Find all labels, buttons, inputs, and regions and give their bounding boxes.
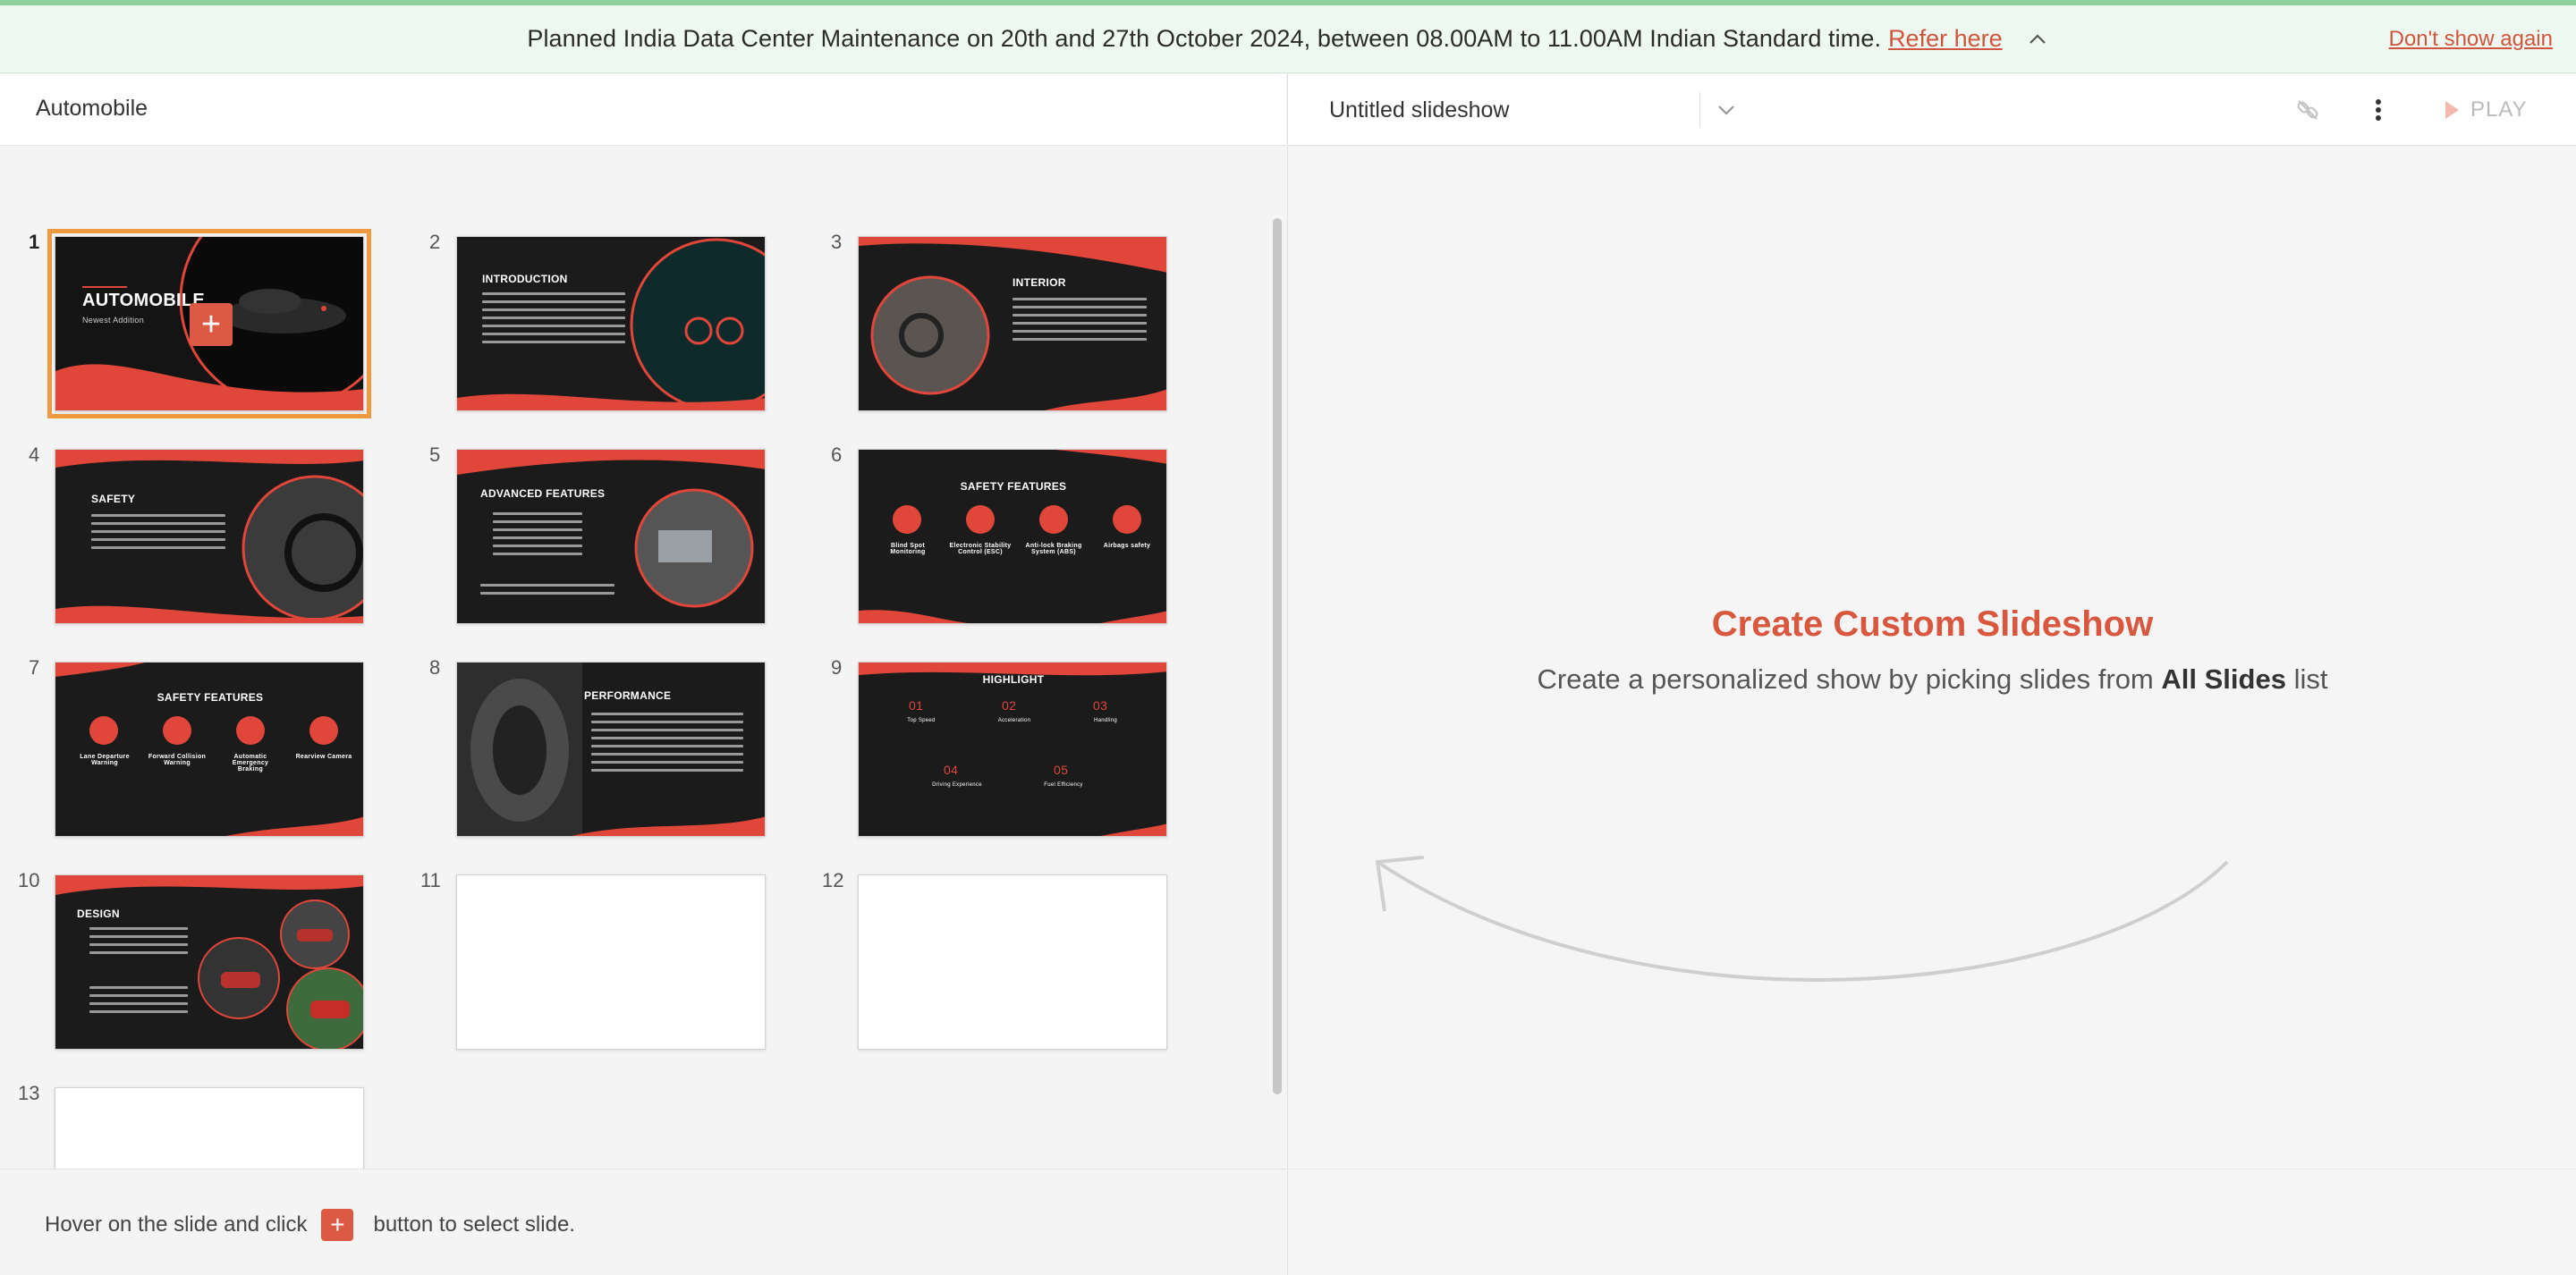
slide-item: Forward Collision Warning: [148, 754, 207, 766]
slide-subtitle: Newest Addition: [82, 316, 145, 325]
slide-thumbnail-11[interactable]: [456, 874, 766, 1050]
slide-title: HIGHLIGHT: [982, 673, 1045, 686]
slide-number: 2: [429, 231, 441, 253]
slide-number: 10: [18, 869, 40, 891]
slide-thumbnail-5[interactable]: ADVANCED FEATURES: [456, 449, 766, 624]
slide-title: DESIGN: [77, 908, 120, 920]
subtitle-end: list: [2293, 663, 2328, 695]
slide-title: INTERIOR: [1013, 276, 1066, 289]
slide-number: 9: [831, 656, 843, 679]
slide-thumbnail-8[interactable]: PERFORMANCE: [456, 662, 766, 837]
play-label: PLAY: [2470, 97, 2528, 122]
more-vertical-icon[interactable]: [2370, 94, 2386, 126]
slide-thumbnail-10[interactable]: DESIGN: [55, 874, 364, 1050]
slide-caption: Acceleration: [997, 718, 1031, 723]
subtitle-text: Create a personalized show by picking sl…: [1537, 663, 2154, 695]
slide-item: Rearview Camera: [295, 754, 352, 760]
slide-item: Electronic Stability Control (ESC): [949, 543, 1012, 555]
chevron-down-icon[interactable]: [1712, 96, 1741, 124]
dont-show-again-link[interactable]: Don't show again: [2389, 27, 2553, 52]
slide-item: Blind Spot Monitoring: [890, 543, 926, 555]
banner-refer-link[interactable]: Refer here: [1888, 25, 2003, 53]
slides-scrollbar[interactable]: [1273, 218, 1282, 1094]
slide-item: Automatic Emergency Braking: [232, 754, 269, 773]
slide-thumbnail-2[interactable]: INTRODUCTION: [456, 236, 766, 411]
slide-caption: Handling: [1093, 718, 1118, 723]
slide-thumbnail-7[interactable]: SAFETY FEATURES Lane Departure Warning F…: [55, 662, 364, 837]
slide-item: 01: [909, 698, 924, 713]
slide-item: 04: [944, 763, 959, 777]
slide-number: 3: [831, 231, 843, 253]
right-footer: [1287, 1169, 2576, 1275]
empty-state-title: Create Custom Slideshow: [1711, 604, 2154, 644]
slide-caption: Top Speed: [907, 718, 936, 723]
subtitle-bold: All Slides: [2161, 663, 2286, 695]
slide-number: 6: [831, 443, 843, 466]
slide-caption: Driving Experience: [932, 782, 982, 788]
chevron-up-icon[interactable]: [2026, 28, 2049, 51]
slide-item: Anti-lock Braking System (ABS): [1025, 543, 1082, 555]
link-icon[interactable]: [2293, 96, 2322, 124]
slide-title: SAFETY FEATURES: [157, 691, 264, 704]
selection-hint: Hover on the slide and click + button to…: [45, 1209, 575, 1241]
add-slide-button[interactable]: +: [190, 303, 233, 346]
slide-thumbnail-1[interactable]: AUTOMOBILE Newest Addition +: [47, 229, 371, 418]
slides-grid-pane: 1 AUTOMOBILE Newest Addition + 2 INTRODU…: [0, 147, 1286, 1169]
slide-number: 1: [29, 231, 40, 253]
slide-title: SAFETY FEATURES: [960, 480, 1067, 493]
custom-slideshow-pane: Create Custom Slideshow Create a persona…: [1287, 147, 2576, 1169]
slide-thumbnail-12[interactable]: [858, 874, 1167, 1050]
banner-text: Planned India Data Center Maintenance on…: [527, 25, 1882, 52]
selection-hint-bar: Hover on the slide and click + button to…: [0, 1169, 1286, 1275]
slide-caption: Fuel Efficiency: [1044, 782, 1083, 788]
presentation-title: Automobile: [36, 96, 148, 121]
slide-title: AUTOMOBILE: [82, 291, 206, 310]
play-button[interactable]: PLAY: [2444, 94, 2528, 126]
slide-thumbnail-9[interactable]: HIGHLIGHT 01 02 03 04 05 Top Speed Accel…: [858, 662, 1167, 837]
hint-text-after: button to select slide.: [373, 1212, 575, 1237]
slide-number: 13: [18, 1082, 40, 1104]
slide-number: 12: [822, 869, 844, 891]
slides-list-header: Automobile: [0, 74, 1286, 146]
slide-item: 03: [1093, 698, 1108, 713]
plus-icon: +: [321, 1209, 354, 1241]
slide-thumbnail-6[interactable]: SAFETY FEATURES Blind Spot Monitoring El…: [858, 449, 1167, 624]
slide-thumbnail-13[interactable]: [55, 1087, 364, 1169]
slide-item: 02: [1002, 698, 1017, 713]
slide-title: PERFORMANCE: [584, 689, 672, 702]
slide-number: 4: [29, 443, 40, 466]
slideshow-name[interactable]: Untitled slideshow: [1329, 97, 1510, 123]
empty-state-subtitle: Create a personalized show by picking sl…: [1288, 663, 2576, 696]
slide-title: INTRODUCTION: [482, 273, 568, 285]
slide-thumbnail-4[interactable]: SAFETY: [55, 449, 364, 624]
slide-title: SAFETY: [91, 493, 136, 505]
slide-thumbnail-3[interactable]: INTERIOR: [858, 236, 1167, 411]
hint-text-before: Hover on the slide and click: [45, 1212, 308, 1237]
slide-number: 7: [29, 656, 40, 679]
slideshow-header: Untitled slideshow PLAY: [1287, 74, 2576, 146]
slide-item: 05: [1054, 763, 1069, 777]
curved-arrow-icon: [1376, 856, 2229, 982]
play-icon: [2445, 101, 2459, 119]
maintenance-banner: Planned India Data Center Maintenance on…: [0, 5, 2576, 73]
header-divider: [1699, 92, 1700, 128]
slide-number: 11: [420, 869, 441, 891]
slide-item: Lane Departure Warning: [80, 754, 130, 766]
slide-title: ADVANCED FEATURES: [480, 487, 606, 500]
slide-item: Airbags safety: [1103, 543, 1151, 549]
slide-number: 5: [429, 443, 441, 466]
slide-number: 8: [429, 656, 441, 679]
